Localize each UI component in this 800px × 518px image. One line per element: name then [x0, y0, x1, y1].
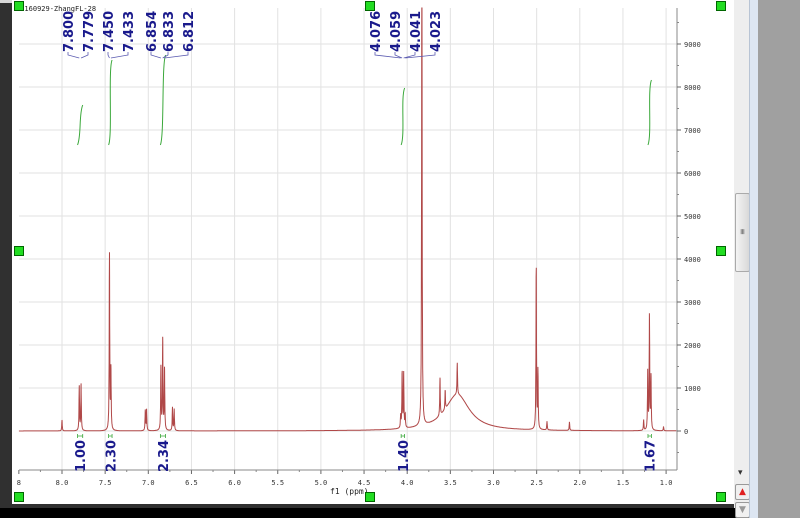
peak-label: 4.041 — [409, 11, 424, 52]
x-tick-label: 2.5 — [530, 479, 543, 487]
x-tick-label: 1.0 — [660, 479, 673, 487]
resize-handle-top-left[interactable] — [14, 1, 24, 11]
nmr-spectrum-chart: 8 8.0 7.5 7.0 6.5 6.0 5.5 5.0 4.5 4.0 3.5 3.0 2.5 2.0… — [16, 5, 701, 496]
peak-label: 7.433 — [122, 11, 137, 52]
menu-arrow-icon[interactable]: ▾ — [738, 468, 743, 478]
peak-labels: 7.800 7.779 7.450 7.433 6.854 6.833 6.812 4.076… — [62, 11, 444, 59]
integral-curve — [159, 54, 167, 146]
bottom-border — [0, 508, 757, 518]
integral-curve — [77, 104, 84, 146]
y-tick-label: 0 — [684, 428, 688, 436]
x-tick-label: 2.0 — [573, 479, 586, 487]
integral-bracket — [77, 434, 84, 438]
integral-bracket — [159, 434, 166, 438]
x-tick-label: 5.0 — [315, 479, 328, 487]
integral-bracket — [108, 434, 113, 438]
integral-curve — [108, 59, 113, 146]
x-tick-label: 8 — [17, 479, 21, 487]
x-tick-label: 5.5 — [271, 479, 284, 487]
x-tick-label: 6.5 — [185, 479, 198, 487]
peak-label: 6.854 — [145, 11, 160, 52]
x-axis-label: f1 (ppm) — [330, 487, 369, 496]
integral-value: 2.30 — [104, 440, 119, 472]
x-tick-label: 8.0 — [56, 479, 69, 487]
peak-label: 4.059 — [389, 11, 404, 52]
x-tick-label: 4.5 — [358, 479, 371, 487]
integral-value: 1.40 — [397, 440, 412, 472]
y-tick-label: 8000 — [684, 84, 701, 92]
y-tick-label: 5000 — [684, 213, 701, 221]
peak-label: 7.800 — [62, 11, 77, 52]
axes: 8 8.0 7.5 7.0 6.5 6.0 5.5 5.0 4.5 4.0 3.5 3.0 2.5 2.0… — [17, 8, 701, 487]
y-tick-label: 3000 — [684, 299, 701, 307]
resize-handle-bottom-left[interactable] — [14, 492, 24, 502]
integral-bracket — [647, 434, 652, 438]
y-tick-label: 7000 — [684, 127, 701, 135]
peak-label: 7.450 — [102, 11, 117, 52]
y-tick-label: 4000 — [684, 256, 701, 264]
resize-handle-top[interactable] — [365, 1, 375, 11]
grid — [19, 8, 677, 470]
resize-handle-top-right[interactable] — [716, 1, 726, 11]
x-tick-label: 3.0 — [487, 479, 500, 487]
integral-value: 1.00 — [74, 440, 89, 472]
integral-curve — [400, 87, 406, 146]
resize-handle-bottom[interactable] — [365, 492, 375, 502]
y-tick-label: 9000 — [684, 41, 701, 49]
integral-value: 1.67 — [644, 440, 659, 472]
peak-label: 6.833 — [162, 11, 177, 52]
resize-handle-right[interactable] — [716, 246, 726, 256]
y-tick-label: 6000 — [684, 170, 701, 178]
grip-icon: ≡ — [737, 228, 747, 235]
peak-label: 4.076 — [369, 11, 384, 52]
x-tick-label: 4.0 — [401, 479, 414, 487]
y-tick-label: 1000 — [684, 385, 701, 393]
peak-label: 4.023 — [429, 11, 444, 52]
integral-curve — [647, 79, 652, 146]
scrollbar-thumb[interactable]: ≡ — [735, 193, 750, 272]
resize-handle-bottom-right[interactable] — [716, 492, 726, 502]
resize-handle-left[interactable] — [14, 246, 24, 256]
x-tick-label: 7.0 — [142, 479, 155, 487]
spectrum-line — [18, 7, 677, 432]
x-tick-label: 6.0 — [228, 479, 241, 487]
x-tick-label: 3.5 — [444, 479, 457, 487]
integral-bracket — [400, 434, 406, 438]
peak-label: 7.779 — [82, 11, 97, 52]
peak-label: 6.812 — [182, 11, 197, 52]
y-tick-label: 2000 — [684, 342, 701, 350]
document-title: 20160929-ZhangFL-28 — [16, 5, 96, 13]
scroll-down-button[interactable]: ▼ — [735, 502, 750, 518]
window-edge — [749, 0, 758, 518]
scroll-up-button[interactable]: ▲ — [735, 484, 750, 500]
x-tick-label: 7.5 — [99, 479, 112, 487]
x-tick-label: 1.5 — [617, 479, 630, 487]
integral-value: 2.34 — [157, 440, 172, 472]
